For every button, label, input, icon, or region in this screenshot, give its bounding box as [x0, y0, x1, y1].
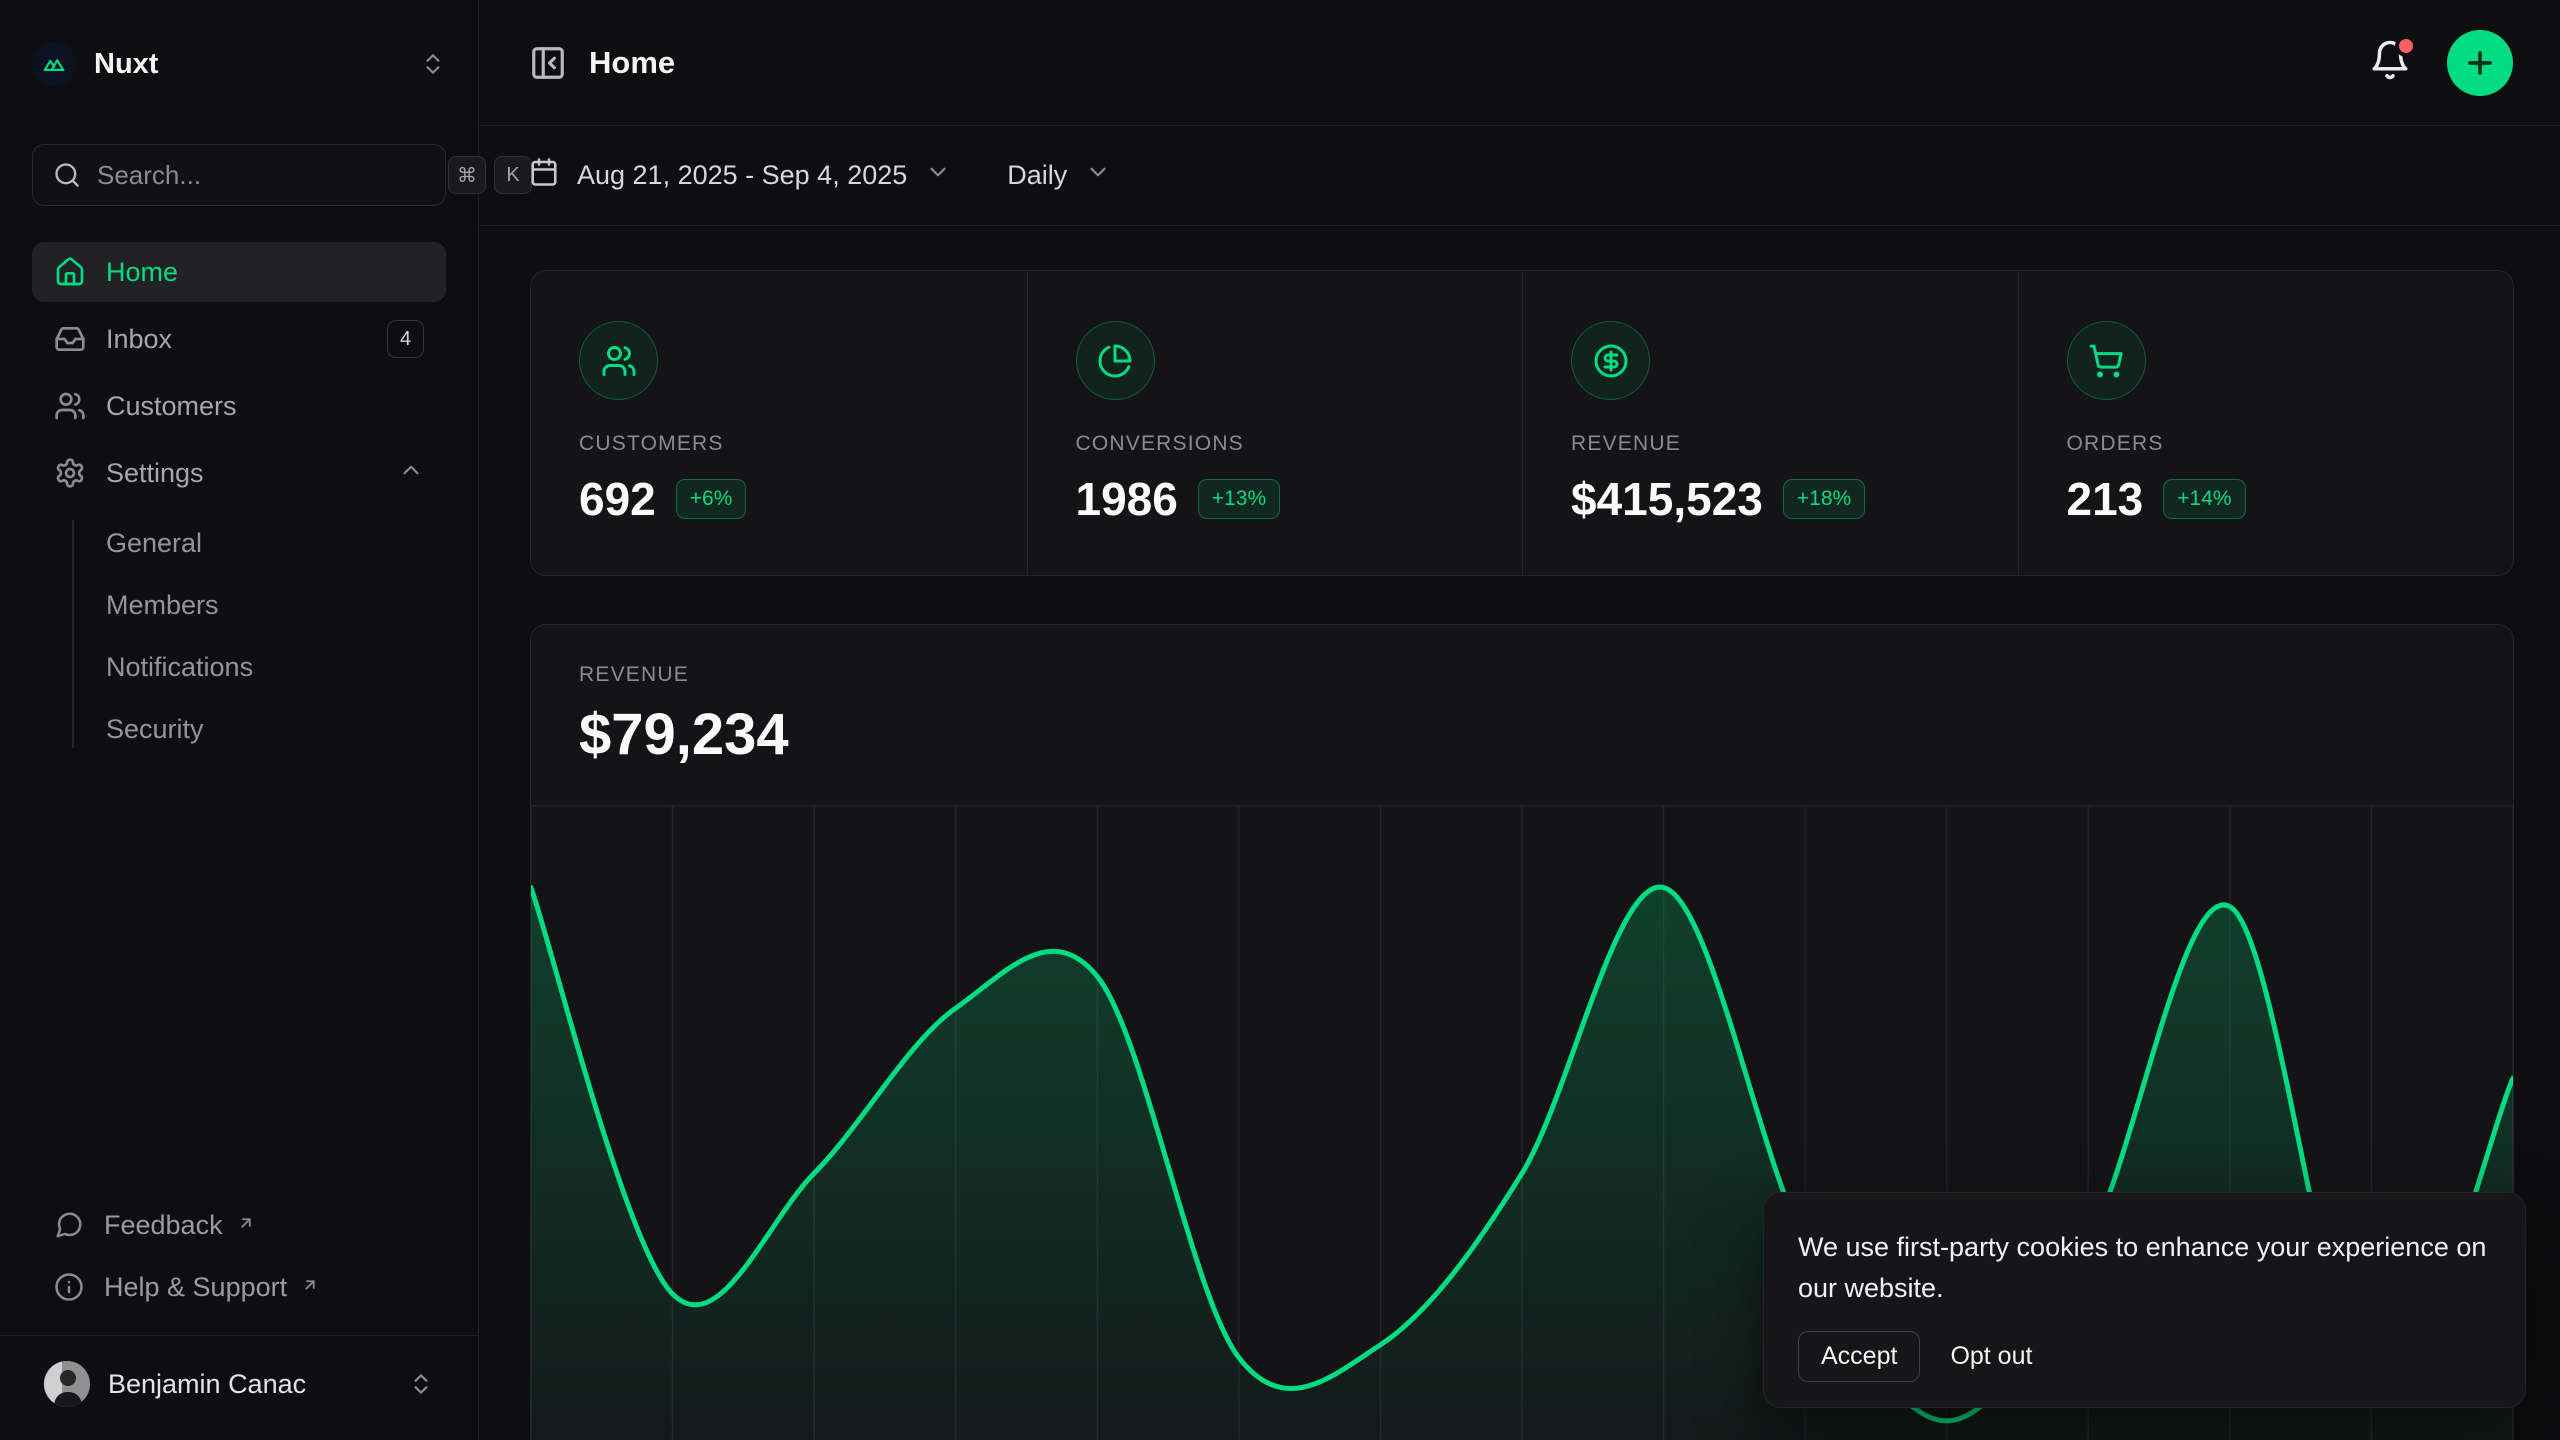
stat-label: ORDERS: [2067, 432, 2466, 456]
revenue-chart-label: REVENUE: [579, 663, 2465, 687]
chevron-down-icon: [925, 159, 951, 192]
chevron-down-icon: [1085, 159, 1111, 192]
stat-delta-badge: +13%: [1198, 479, 1280, 519]
stat-card-conversions[interactable]: CONVERSIONS 1986 +13%: [1027, 271, 1523, 576]
gear-icon: [54, 457, 86, 489]
sidebar-item-label: Home: [106, 257, 178, 288]
settings-subnav: General Members Notifications Security: [32, 514, 446, 758]
external-link-icon: [237, 1208, 255, 1226]
stat-delta-badge: +14%: [2163, 479, 2245, 519]
optout-cookies-button[interactable]: Opt out: [1950, 1342, 2032, 1371]
pie-chart-icon: [1076, 321, 1155, 400]
sidebar-item-settings[interactable]: Settings: [32, 443, 446, 503]
stat-delta-badge: +6%: [676, 479, 747, 519]
message-bubble-icon: [54, 1210, 84, 1240]
search-icon: [53, 161, 81, 189]
subnav-label: Members: [106, 590, 219, 621]
stat-delta-badge: +18%: [1783, 479, 1865, 519]
plus-icon: [2463, 46, 2497, 80]
sidebar-item-customers[interactable]: Customers: [32, 376, 446, 436]
sidebar-item-home[interactable]: Home: [32, 242, 446, 302]
cookie-message: We use first-party cookies to enhance yo…: [1798, 1227, 2491, 1309]
workspace-name: Nuxt: [94, 48, 404, 81]
sidebar-footer: Feedback Help & Support Benjamin: [32, 1197, 446, 1440]
cookie-banner: We use first-party cookies to enhance yo…: [1763, 1192, 2526, 1408]
search-input-wrapper[interactable]: ⌘ K: [32, 144, 446, 206]
accept-cookies-button[interactable]: Accept: [1798, 1331, 1920, 1382]
stat-label: CONVERSIONS: [1076, 432, 1475, 456]
main-header: Home: [479, 0, 2560, 126]
nuxt-logo-icon: [32, 42, 76, 86]
sidebar: Nuxt ⌘ K Home: [0, 0, 479, 1440]
sidebar-item-notifications[interactable]: Notifications: [32, 638, 446, 696]
info-circle-icon: [54, 1272, 84, 1302]
revenue-chart-header: REVENUE $79,234: [531, 625, 2513, 805]
inbox-icon: [54, 323, 86, 355]
stat-card-orders[interactable]: ORDERS 213 +14%: [2018, 271, 2514, 576]
sidebar-item-security[interactable]: Security: [32, 700, 446, 758]
app-window: Nuxt ⌘ K Home: [0, 0, 2560, 1440]
sidebar-nav: Home Inbox 4 Customers Settings: [32, 242, 446, 758]
workspace-selector[interactable]: Nuxt: [32, 40, 446, 88]
search-input[interactable]: [97, 160, 432, 191]
users-icon: [579, 321, 658, 400]
filters-toolbar: Aug 21, 2025 - Sep 4, 2025 Daily: [479, 126, 2560, 226]
stat-value: $415,523: [1571, 472, 1763, 526]
help-support-link[interactable]: Help & Support: [32, 1259, 446, 1315]
shopping-cart-icon: [2067, 321, 2146, 400]
dollar-circle-icon: [1571, 321, 1650, 400]
stat-label: REVENUE: [1571, 432, 1970, 456]
subnav-label: Notifications: [106, 652, 253, 683]
chevrons-up-down-icon[interactable]: [408, 1371, 434, 1397]
revenue-chart-total: $79,234: [579, 701, 2465, 768]
cookie-actions: Accept Opt out: [1798, 1331, 2491, 1382]
users-icon: [54, 390, 86, 422]
calendar-icon: [529, 157, 559, 194]
sidebar-item-inbox[interactable]: Inbox 4: [32, 309, 446, 369]
user-name: Benjamin Canac: [108, 1369, 390, 1400]
inbox-count-badge: 4: [387, 320, 424, 358]
date-range-picker[interactable]: Aug 21, 2025 - Sep 4, 2025: [529, 157, 951, 194]
stat-label: CUSTOMERS: [579, 432, 979, 456]
user-menu[interactable]: Benjamin Canac: [32, 1342, 446, 1426]
interval-label: Daily: [1007, 160, 1067, 191]
stat-value: 692: [579, 472, 656, 526]
sidebar-item-label: Inbox: [106, 324, 172, 355]
sidebar-item-members[interactable]: Members: [32, 576, 446, 634]
sidebar-item-label: Settings: [106, 458, 204, 489]
chevrons-up-down-icon[interactable]: [420, 51, 446, 77]
chevron-up-icon: [398, 457, 424, 490]
stats-row: CUSTOMERS 692 +6% CONVERSIONS 1986 +13%: [530, 270, 2514, 576]
subnav-label: Security: [106, 714, 204, 745]
add-button[interactable]: [2447, 30, 2513, 96]
divider: [0, 1335, 478, 1336]
page-title: Home: [589, 45, 675, 81]
sidebar-collapse-icon[interactable]: [529, 44, 567, 82]
header-actions: [2369, 30, 2513, 96]
notification-dot: [2395, 35, 2417, 57]
stat-card-revenue[interactable]: REVENUE $415,523 +18%: [1522, 271, 2018, 576]
help-support-label: Help & Support: [104, 1272, 287, 1303]
stat-card-customers[interactable]: CUSTOMERS 692 +6%: [531, 271, 1027, 576]
notifications-button[interactable]: [2369, 39, 2411, 86]
sidebar-item-label: Customers: [106, 391, 237, 422]
sidebar-item-general[interactable]: General: [32, 514, 446, 572]
stat-value: 1986: [1076, 472, 1178, 526]
external-link-icon: [301, 1270, 319, 1288]
subnav-label: General: [106, 528, 202, 559]
feedback-label: Feedback: [104, 1210, 223, 1241]
stat-value: 213: [2067, 472, 2144, 526]
interval-select[interactable]: Daily: [1007, 159, 1111, 192]
home-icon: [54, 256, 86, 288]
feedback-link[interactable]: Feedback: [32, 1197, 446, 1253]
date-range-label: Aug 21, 2025 - Sep 4, 2025: [577, 160, 907, 191]
avatar: [44, 1361, 90, 1407]
